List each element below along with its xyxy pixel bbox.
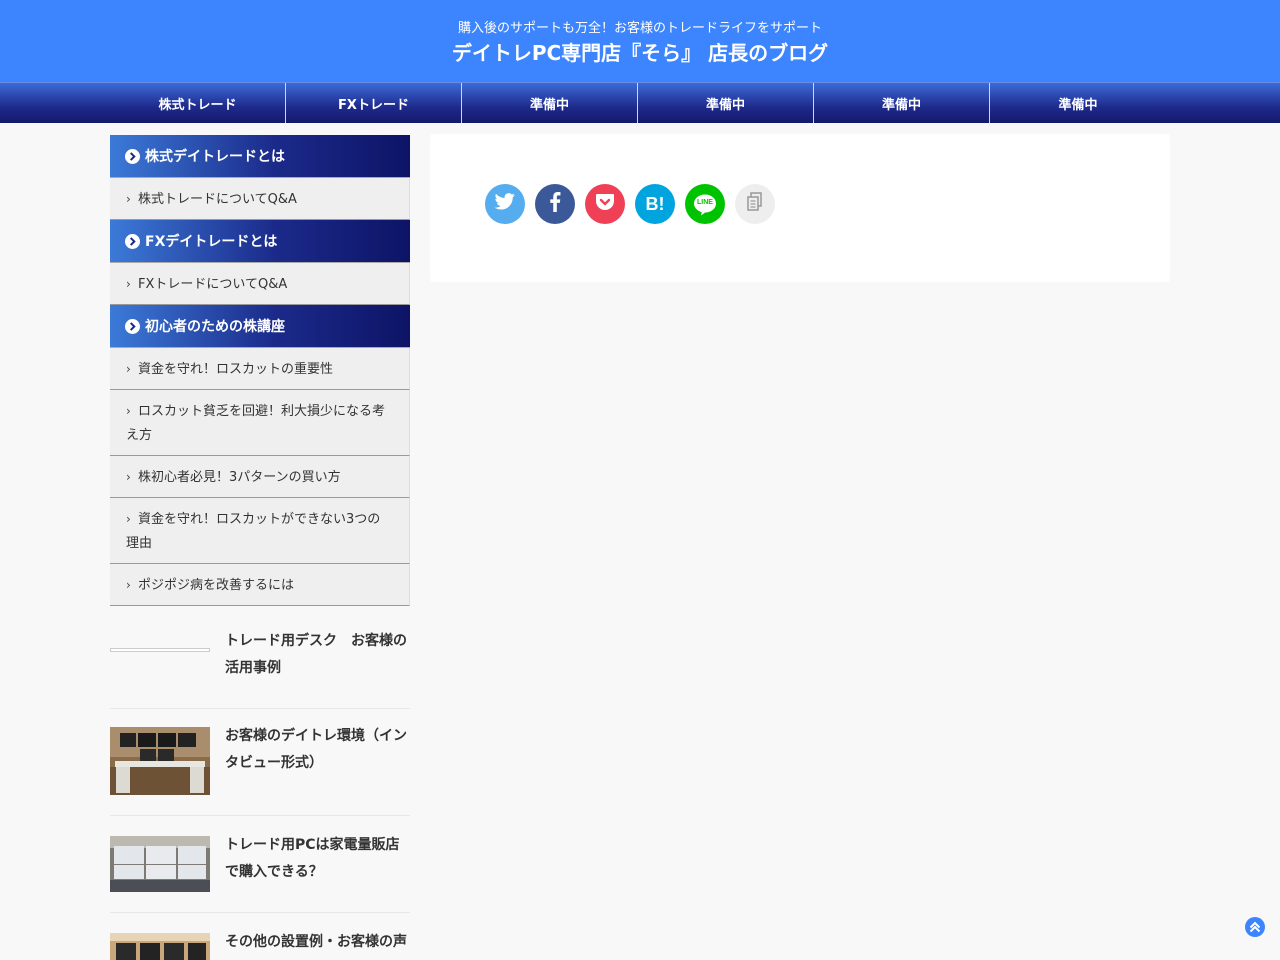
category-heading-label: FXデイトレードとは [145, 234, 278, 250]
recent-post-item[interactable]: トレード用デスク お客様の活用事例 [110, 628, 410, 688]
global-nav: 株式トレード FXトレード 準備中 準備中 準備中 準備中 [0, 82, 1280, 123]
divider [110, 912, 410, 913]
nav-item-fx[interactable]: FXトレード [286, 83, 462, 123]
post-thumbnail[interactable] [110, 933, 210, 960]
chevron-right-icon [125, 148, 140, 164]
facebook-share-button[interactable] [535, 184, 575, 224]
line-icon: LINE [693, 194, 717, 216]
category-heading[interactable]: FXデイトレードとは [110, 220, 410, 263]
category-link-label: ロスカット貧乏を回避！利大損少になる考え方 [126, 404, 386, 443]
recent-post-item[interactable]: その他の設置例・お客様の声 [110, 929, 410, 960]
chevron-up-icon [1249, 918, 1261, 937]
sidebar-category-menu: 株式デイトレードとは › 株式トレードについてQ&A FXデイトレードとは › FX… [110, 135, 410, 606]
recent-post-item[interactable]: トレード用PCは家電量販店で購入できる？ [110, 832, 410, 892]
site-tagline: 購入後のサポートも万全！お客様のトレードライフをサポート [457, 21, 822, 36]
category-link[interactable]: › 資金を守れ！ロスカットの重要性 [110, 348, 410, 390]
site-header: 購入後のサポートも万全！お客様のトレードライフをサポート デイトレPC専門店『そ… [0, 0, 1280, 82]
angle-right-icon: › [126, 512, 131, 526]
recent-post-title[interactable]: その他の設置例・お客様の声 [225, 929, 410, 956]
recent-post-item[interactable]: お客様のデイトレ環境（インタビュー形式） [110, 723, 410, 795]
recent-post-title[interactable]: トレード用デスク お客様の活用事例 [225, 628, 410, 682]
category-heading-label: 初心者のための株講座 [145, 319, 285, 335]
line-icon-label: LINE [697, 199, 713, 206]
category-link-label: ポジポジ病を改善するには [138, 578, 295, 593]
post-thumbnail[interactable] [110, 836, 210, 892]
facebook-icon [549, 192, 561, 216]
nav-item-stock[interactable]: 株式トレード [110, 83, 286, 123]
category-link[interactable]: › ロスカット貧乏を回避！利大損少になる考え方 [110, 390, 410, 456]
category-heading[interactable]: 初心者のための株講座 [110, 305, 410, 348]
nav-item-preparing-3[interactable]: 準備中 [814, 83, 990, 123]
line-share-button[interactable]: LINE [685, 184, 725, 224]
site-title[interactable]: デイトレPC専門店『そら』 店長のブログ [0, 37, 1280, 66]
article-card: B! LINE [430, 134, 1170, 282]
pocket-icon [595, 193, 615, 215]
category-link[interactable]: › 株初心者必見！3パターンの買い方 [110, 456, 410, 498]
category-link-label: 資金を守れ！ロスカットができない3つの理由 [126, 512, 381, 551]
angle-right-icon: › [126, 362, 131, 376]
post-thumbnail[interactable] [110, 648, 210, 652]
hatena-icon: B! [645, 193, 665, 214]
nav-item-preparing-4[interactable]: 準備中 [990, 83, 1166, 123]
angle-right-icon: › [126, 404, 131, 418]
category-heading[interactable]: 株式デイトレードとは [110, 135, 410, 178]
twitter-share-button[interactable] [485, 184, 525, 224]
share-buttons: B! LINE [485, 184, 785, 224]
category-link[interactable]: › 株式トレードについてQ&A [110, 178, 410, 220]
page-top-button[interactable] [1245, 917, 1265, 937]
hatena-share-button[interactable]: B! [635, 184, 675, 224]
category-link[interactable]: › 資金を守れ！ロスカットができない3つの理由 [110, 498, 410, 564]
copy-icon [746, 192, 764, 216]
recent-post-title[interactable]: トレード用PCは家電量販店で購入できる？ [225, 832, 410, 886]
divider [110, 708, 410, 709]
divider [110, 815, 410, 816]
copy-link-button[interactable] [735, 184, 775, 224]
category-link[interactable]: › ポジポジ病を改善するには [110, 564, 410, 606]
pocket-share-button[interactable] [585, 184, 625, 224]
category-heading-label: 株式デイトレードとは [145, 149, 285, 165]
category-link-label: 株式トレードについてQ&A [138, 192, 297, 207]
post-thumbnail[interactable] [110, 727, 210, 795]
chevron-right-icon [125, 233, 140, 249]
angle-right-icon: › [126, 578, 131, 592]
category-link[interactable]: › FXトレードについてQ&A [110, 263, 410, 305]
chevron-right-icon [125, 318, 140, 334]
nav-item-preparing-1[interactable]: 準備中 [462, 83, 638, 123]
angle-right-icon: › [126, 192, 131, 206]
angle-right-icon: › [126, 277, 131, 291]
nav-item-preparing-2[interactable]: 準備中 [638, 83, 814, 123]
twitter-icon [494, 193, 516, 215]
category-link-label: FXトレードについてQ&A [138, 277, 288, 292]
category-link-label: 資金を守れ！ロスカットの重要性 [138, 362, 334, 377]
category-link-label: 株初心者必見！3パターンの買い方 [138, 470, 341, 485]
recent-post-title[interactable]: お客様のデイトレ環境（インタビュー形式） [225, 723, 410, 777]
angle-right-icon: › [126, 470, 131, 484]
